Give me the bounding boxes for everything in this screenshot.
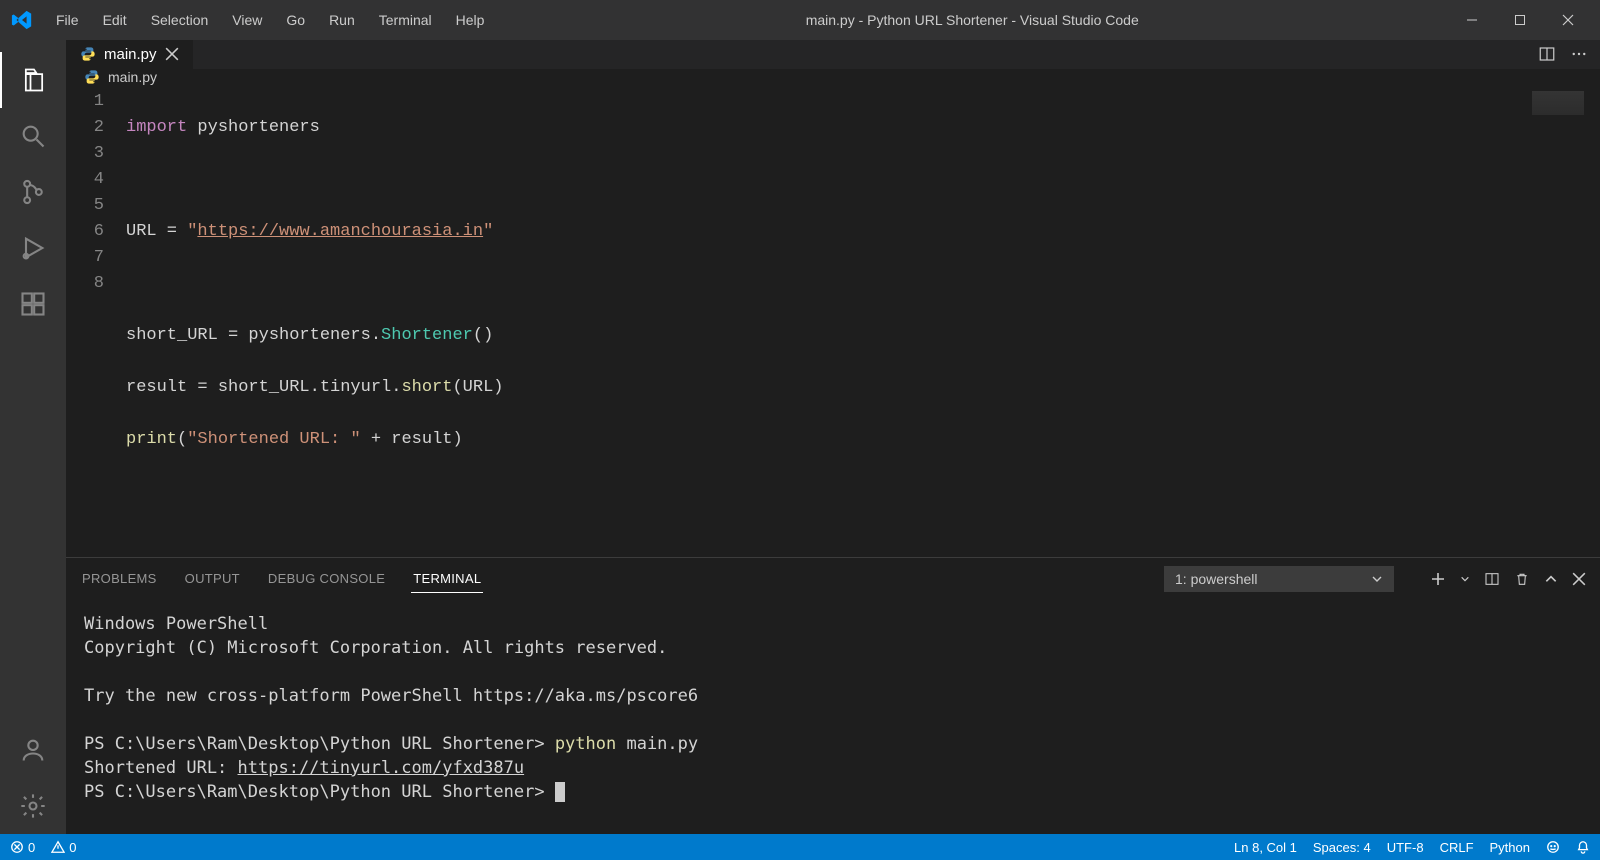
editor-actions bbox=[1538, 40, 1600, 69]
terminal-line: Try the new cross-platform PowerShell ht… bbox=[84, 684, 1582, 708]
status-cursor-position[interactable]: Ln 8, Col 1 bbox=[1234, 840, 1297, 855]
menu-go[interactable]: Go bbox=[274, 6, 317, 34]
terminal-selector[interactable]: 1: powershell bbox=[1164, 566, 1394, 592]
python-file-icon bbox=[84, 69, 100, 85]
title-bar: File Edit Selection View Go Run Terminal… bbox=[0, 0, 1600, 40]
activity-bar bbox=[0, 40, 66, 834]
bottom-panel: PROBLEMS OUTPUT DEBUG CONSOLE TERMINAL 1… bbox=[66, 557, 1600, 834]
terminal-selector-label: 1: powershell bbox=[1175, 571, 1258, 587]
tab-bar: main.py bbox=[66, 40, 1600, 69]
terminal-line: PS C:\Users\Ram\Desktop\Python URL Short… bbox=[84, 732, 1582, 756]
panel-tab-output[interactable]: OUTPUT bbox=[183, 565, 242, 592]
feedback-icon[interactable] bbox=[1546, 840, 1560, 854]
terminal-line: Shortened URL: https://tinyurl.com/yfxd3… bbox=[84, 756, 1582, 780]
editor-area: main.py main.py bbox=[66, 40, 1600, 834]
status-warnings[interactable]: 0 bbox=[51, 840, 76, 855]
split-terminal-icon[interactable] bbox=[1484, 571, 1500, 587]
status-language-mode[interactable]: Python bbox=[1490, 840, 1530, 855]
chevron-down-icon bbox=[1371, 573, 1383, 585]
terminal-line: PS C:\Users\Ram\Desktop\Python URL Short… bbox=[84, 780, 1582, 804]
activity-settings[interactable] bbox=[0, 778, 66, 834]
menu-edit[interactable]: Edit bbox=[91, 6, 139, 34]
code-editor[interactable]: 1 2 3 4 5 6 7 8 import pyshorteners URL … bbox=[66, 85, 1600, 557]
panel-tabs: PROBLEMS OUTPUT DEBUG CONSOLE TERMINAL 1… bbox=[66, 558, 1600, 600]
status-errors[interactable]: 0 bbox=[10, 840, 35, 855]
vscode-logo-icon bbox=[8, 6, 36, 34]
python-file-icon bbox=[80, 46, 96, 62]
terminal-cursor bbox=[555, 782, 565, 802]
close-tab-icon[interactable] bbox=[165, 47, 179, 61]
panel-tab-problems[interactable]: PROBLEMS bbox=[80, 565, 159, 592]
status-bar: 0 0 Ln 8, Col 1 Spaces: 4 UTF-8 CRLF Pyt… bbox=[0, 834, 1600, 860]
chevron-down-icon[interactable] bbox=[1460, 574, 1470, 584]
activity-accounts[interactable] bbox=[0, 722, 66, 778]
window-title: main.py - Python URL Shortener - Visual … bbox=[496, 12, 1448, 28]
menu-terminal[interactable]: Terminal bbox=[367, 6, 444, 34]
maximize-button[interactable] bbox=[1496, 0, 1544, 40]
notifications-icon[interactable] bbox=[1576, 840, 1590, 854]
main-area: main.py main.py bbox=[0, 40, 1600, 834]
close-button[interactable] bbox=[1544, 0, 1592, 40]
minimize-button[interactable] bbox=[1448, 0, 1496, 40]
breadcrumb[interactable]: main.py bbox=[66, 69, 1600, 85]
minimap[interactable] bbox=[1532, 91, 1584, 115]
tab-label: main.py bbox=[104, 46, 157, 63]
maximize-panel-icon[interactable] bbox=[1544, 572, 1558, 586]
new-terminal-icon[interactable] bbox=[1430, 571, 1446, 587]
window-controls bbox=[1448, 0, 1592, 40]
split-editor-icon[interactable] bbox=[1538, 45, 1556, 63]
line-number-gutter: 1 2 3 4 5 6 7 8 bbox=[66, 85, 126, 557]
status-eol[interactable]: CRLF bbox=[1440, 840, 1474, 855]
activity-run-debug[interactable] bbox=[0, 220, 66, 276]
status-indent[interactable]: Spaces: 4 bbox=[1313, 840, 1371, 855]
code-content[interactable]: import pyshorteners URL = "https://www.a… bbox=[126, 85, 1600, 557]
more-actions-icon[interactable] bbox=[1570, 45, 1588, 63]
panel-tab-debug-console[interactable]: DEBUG CONSOLE bbox=[266, 565, 387, 592]
editor-tab-main-py[interactable]: main.py bbox=[66, 40, 194, 69]
breadcrumb-filename: main.py bbox=[108, 69, 157, 85]
status-encoding[interactable]: UTF-8 bbox=[1387, 840, 1424, 855]
activity-search[interactable] bbox=[0, 108, 66, 164]
menu-file[interactable]: File bbox=[44, 6, 91, 34]
menu-selection[interactable]: Selection bbox=[139, 6, 221, 34]
close-panel-icon[interactable] bbox=[1572, 572, 1586, 586]
terminal-line: Copyright (C) Microsoft Corporation. All… bbox=[84, 636, 1582, 660]
menu-run[interactable]: Run bbox=[317, 6, 367, 34]
activity-source-control[interactable] bbox=[0, 164, 66, 220]
activity-extensions[interactable] bbox=[0, 276, 66, 332]
terminal-content[interactable]: Windows PowerShell Copyright (C) Microso… bbox=[66, 600, 1600, 834]
menu-bar: File Edit Selection View Go Run Terminal… bbox=[44, 6, 496, 34]
menu-view[interactable]: View bbox=[220, 6, 274, 34]
kill-terminal-icon[interactable] bbox=[1514, 571, 1530, 587]
terminal-line: Windows PowerShell bbox=[84, 612, 1582, 636]
panel-tab-terminal[interactable]: TERMINAL bbox=[411, 565, 483, 593]
activity-explorer[interactable] bbox=[0, 52, 66, 108]
menu-help[interactable]: Help bbox=[444, 6, 497, 34]
